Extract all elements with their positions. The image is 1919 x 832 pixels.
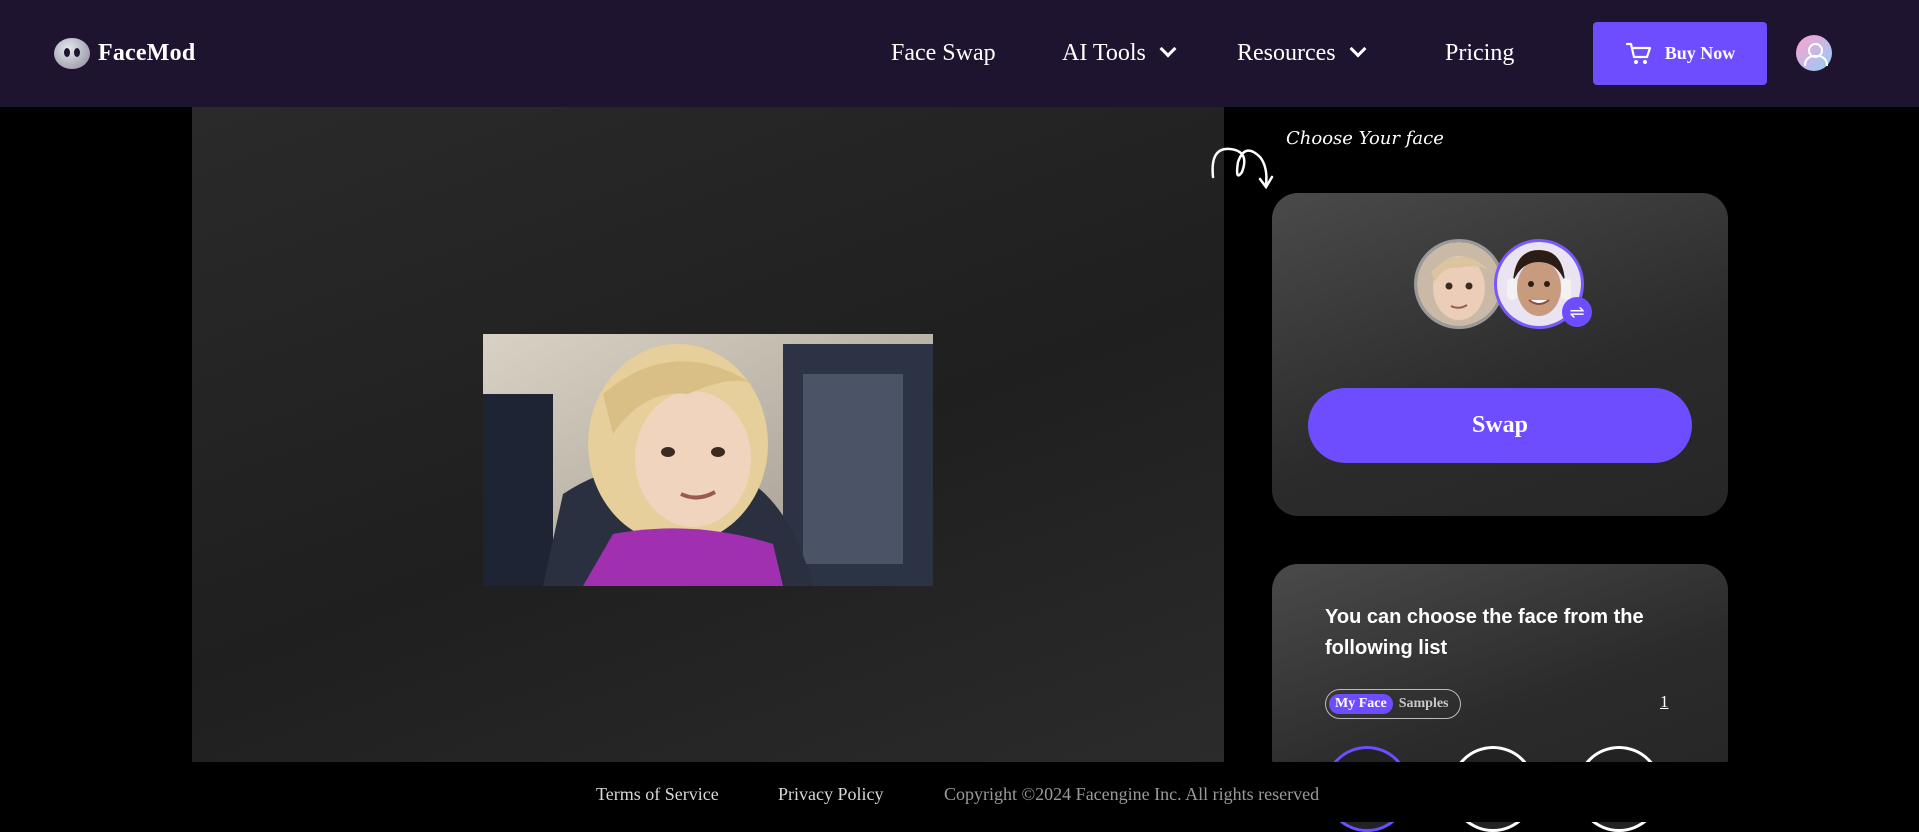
- nav-face-swap-label: Face Swap: [891, 40, 996, 66]
- page-number-link[interactable]: 1: [1660, 692, 1669, 712]
- face-source-toggle: My Face Samples: [1325, 689, 1461, 719]
- nav-pricing[interactable]: Pricing: [1445, 40, 1514, 67]
- buy-now-button[interactable]: Buy Now: [1593, 22, 1767, 85]
- swap-button[interactable]: Swap: [1308, 388, 1692, 463]
- terms-of-service-link[interactable]: Terms of Service: [596, 784, 719, 805]
- curly-arrow-icon: [1211, 147, 1274, 190]
- facemod-logo-icon: [54, 38, 90, 69]
- target-image-preview: [483, 334, 933, 586]
- chevron-down-icon: [1349, 40, 1367, 58]
- brand-logo[interactable]: FaceMod: [54, 38, 195, 69]
- copyright-text: Copyright ©2024 Facengine Inc. All right…: [944, 784, 1320, 804]
- nav-ai-tools[interactable]: AI Tools: [1062, 40, 1177, 67]
- top-navigation-bar: FaceMod Face Swap AI Tools Resources Pri…: [0, 0, 1919, 107]
- face-list-card: You can choose the face from the followi…: [1272, 564, 1728, 832]
- selected-faces: ⇌: [1414, 239, 1592, 329]
- tab-my-face[interactable]: My Face: [1329, 694, 1393, 714]
- target-face-thumbnail[interactable]: [1414, 239, 1504, 329]
- nav-pricing-label: Pricing: [1445, 40, 1515, 66]
- tab-samples[interactable]: Samples: [1393, 696, 1455, 712]
- user-avatar-icon[interactable]: [1796, 35, 1832, 71]
- buy-now-label: Buy Now: [1664, 43, 1736, 63]
- swap-arrows-icon[interactable]: ⇌: [1562, 297, 1592, 327]
- footer: Terms of Service Privacy Policy Copyrigh…: [0, 762, 1919, 822]
- face-list-title: You can choose the face from the followi…: [1325, 606, 1644, 659]
- brand-name: FaceMod: [98, 40, 196, 66]
- nav-face-swap[interactable]: Face Swap: [891, 40, 996, 67]
- swap-card: ⇌ Swap: [1272, 193, 1728, 516]
- nav-ai-tools-label: AI Tools: [1062, 40, 1146, 66]
- chevron-down-icon: [1159, 40, 1177, 58]
- cart-icon: [1625, 42, 1651, 64]
- preview-stage: [192, 107, 1224, 762]
- girl-in-car-seat-image: [483, 334, 933, 586]
- choose-your-face-label: Choose Your face: [1286, 128, 1444, 149]
- privacy-policy-link[interactable]: Privacy Policy: [778, 784, 884, 805]
- nav-resources[interactable]: Resources: [1237, 40, 1367, 67]
- nav-resources-label: Resources: [1237, 40, 1336, 66]
